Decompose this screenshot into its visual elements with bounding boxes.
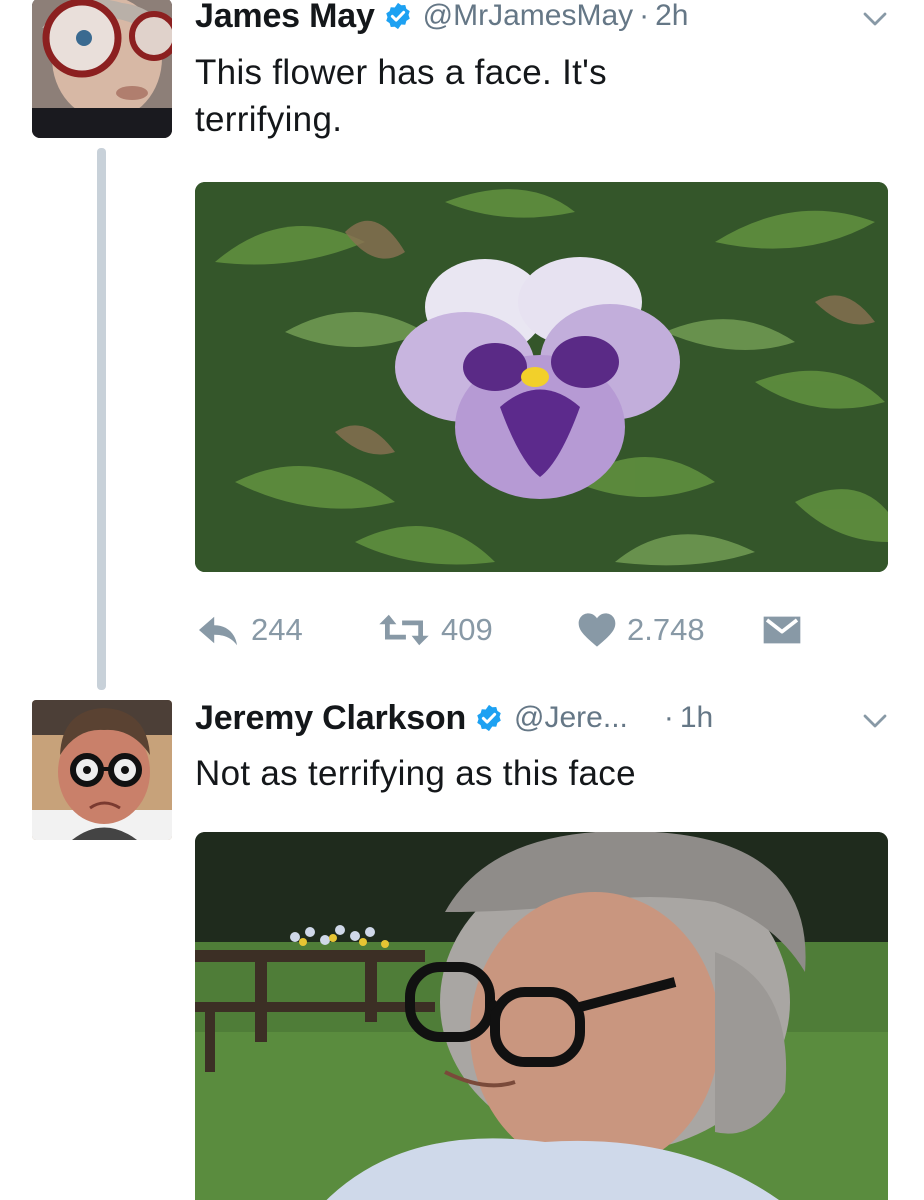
tweet-actions: 244 409 2.748: [195, 605, 802, 655]
tweet-text-line: This flower has a face. It's: [195, 53, 607, 92]
face-photo: [195, 832, 888, 1200]
separator-dot: ·: [639, 0, 650, 32]
flower-photo: [195, 182, 888, 572]
avatar-photo-icon: [32, 700, 172, 840]
tweet-jeremy-clarkson[interactable]: Jeremy Clarkson @Jere... · 1h Not as ter…: [0, 690, 924, 1200]
display-name[interactable]: James May: [195, 0, 375, 36]
tweet-text: Not as terrifying as this face: [195, 754, 636, 793]
envelope-icon: [763, 616, 801, 644]
tweet-text: This flower has a face. It's terrifying.: [195, 49, 607, 143]
like-action[interactable]: 2.748: [577, 611, 762, 649]
tweet-text-line: terrifying.: [195, 100, 343, 139]
chevron-down-icon[interactable]: [860, 4, 890, 34]
heart-icon: [578, 613, 616, 647]
like-count: 2.748: [627, 612, 705, 647]
display-name[interactable]: Jeremy Clarkson: [195, 699, 466, 738]
reply-count: 244: [251, 612, 303, 647]
reply-icon: [199, 616, 237, 646]
retweet-count: 409: [441, 612, 493, 647]
tweet-media-face[interactable]: [195, 832, 888, 1200]
user-handle[interactable]: @MrJamesMay: [423, 0, 633, 33]
avatar[interactable]: [32, 700, 172, 840]
tweet-header: Jeremy Clarkson @Jere... · 1h: [195, 698, 713, 738]
tweet-header: James May @MrJamesMay · 2h: [195, 0, 689, 36]
separator-dot: ·: [663, 701, 674, 734]
tweet-james-may[interactable]: James May @MrJamesMay · 2h This flower h…: [0, 0, 924, 680]
direct-message-action[interactable]: [762, 613, 802, 647]
retweet-icon: [379, 614, 429, 646]
retweet-action[interactable]: 409: [377, 611, 577, 649]
verified-badge-icon: [477, 704, 501, 732]
chevron-down-icon[interactable]: [860, 706, 890, 736]
reply-action[interactable]: 244: [195, 611, 377, 649]
avatar-photo-icon: [32, 0, 172, 138]
avatar[interactable]: [32, 0, 172, 138]
timestamp[interactable]: 2h: [655, 0, 688, 33]
user-handle[interactable]: @Jere...: [514, 701, 628, 735]
verified-badge-icon: [385, 2, 410, 30]
timestamp[interactable]: 1h: [680, 701, 713, 735]
tweet-media-flower[interactable]: [195, 182, 888, 572]
